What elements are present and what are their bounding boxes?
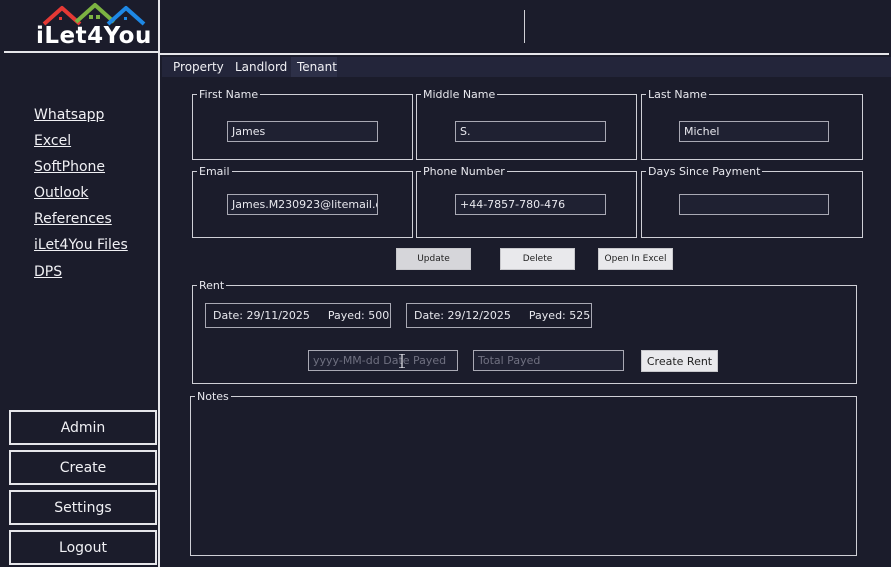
notes-textarea[interactable] [196, 404, 851, 550]
rent-entry[interactable]: Date: 29/12/2025 Payed: 525 [406, 303, 592, 328]
sidebar-link-softphone[interactable]: SoftPhone [34, 159, 105, 175]
tab-landlord[interactable]: Landlord [235, 60, 287, 74]
create-rent-button[interactable]: Create Rent [641, 350, 718, 372]
tab-tenant[interactable]: Tenant [297, 60, 337, 74]
rent-entry-payed: Payed: 500 [327, 309, 390, 322]
email-input[interactable]: James.M230923@litemail.cc [227, 194, 378, 215]
first-name-label: First Name [199, 88, 259, 101]
create-button[interactable]: Create [9, 450, 157, 485]
days-since-payment-input[interactable] [679, 194, 829, 215]
sidebar-link-ilet4you-files[interactable]: iLet4You Files [34, 237, 128, 253]
rent-entry-payed: Payed: 525 [528, 309, 591, 322]
phone-input[interactable]: +44-7857-780-476 [455, 194, 606, 215]
open-in-excel-button[interactable]: Open In Excel [598, 248, 673, 270]
middle-name-input[interactable]: S. [455, 121, 606, 142]
sidebar-link-excel[interactable]: Excel [34, 133, 71, 149]
first-name-input[interactable]: James [227, 121, 378, 142]
rent-label: Rent [199, 279, 225, 292]
sidebar-link-whatsapp[interactable]: Whatsapp [34, 107, 104, 123]
sidebar-link-outlook[interactable]: Outlook [34, 185, 89, 201]
rent-entry-date: Date: 29/12/2025 [414, 309, 511, 322]
phone-label: Phone Number [423, 165, 505, 178]
logout-button[interactable]: Logout [9, 530, 157, 565]
rent-entry[interactable]: Date: 29/11/2025 Payed: 500 [205, 303, 391, 328]
admin-button[interactable]: Admin [9, 410, 157, 445]
rent-date-input[interactable]: yyyy-MM-dd Date Payed [308, 350, 458, 371]
middle-name-label: Middle Name [423, 88, 496, 101]
logo-text: iLet4You [36, 23, 152, 49]
update-button[interactable]: Update [396, 248, 471, 270]
last-name-input[interactable]: Michel [679, 121, 829, 142]
total-payed-input[interactable]: Total Payed [473, 350, 624, 371]
tab-property[interactable]: Property [173, 60, 224, 74]
text-cursor-icon [399, 353, 405, 369]
top-bar-divider [524, 10, 525, 43]
sidebar-link-references[interactable]: References [34, 211, 112, 227]
email-label: Email [199, 165, 230, 178]
logo: iLet4You [4, 0, 158, 53]
notes-label: Notes [197, 390, 229, 403]
rent-entry-date: Date: 29/11/2025 [213, 309, 310, 322]
delete-button[interactable]: Delete [500, 248, 575, 270]
last-name-label: Last Name [648, 88, 707, 101]
sidebar-link-dps[interactable]: DPS [34, 264, 62, 280]
days-since-payment-label: Days Since Payment [648, 165, 761, 178]
settings-button[interactable]: Settings [9, 490, 157, 525]
